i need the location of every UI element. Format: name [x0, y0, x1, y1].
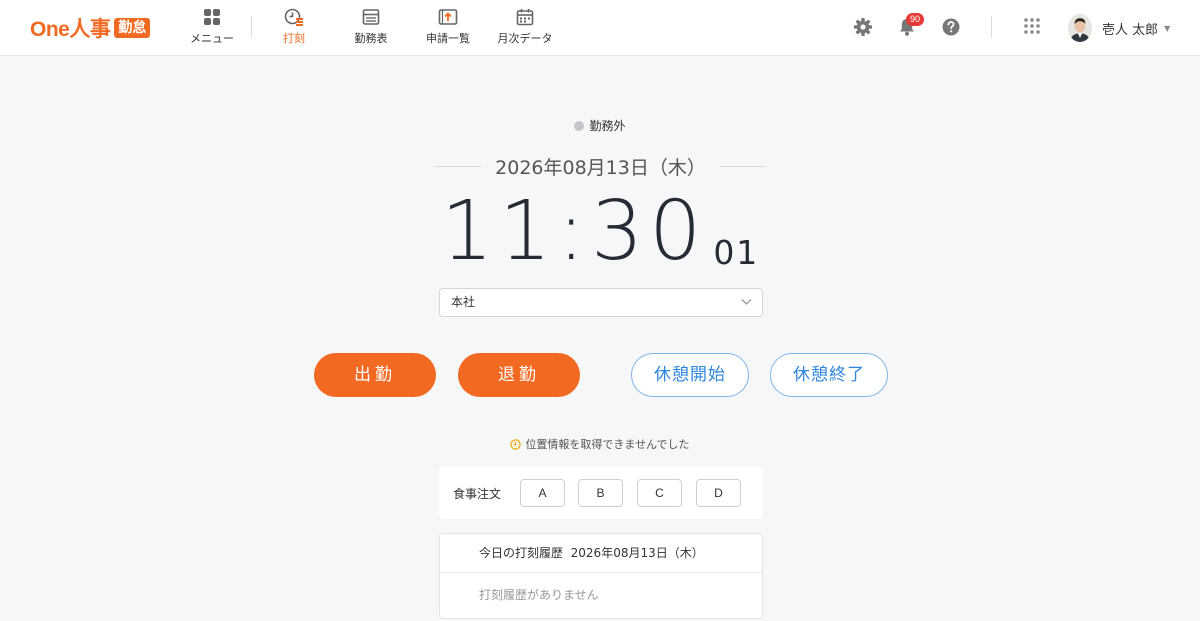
nav-requests-label: 申請一覧 [426, 32, 470, 45]
calendar-icon [516, 9, 534, 26]
location-select-value: 本社 [451, 295, 476, 309]
grid-icon [204, 9, 220, 25]
user-menu[interactable]: 壱人 太郎 ▼ [1068, 13, 1170, 43]
top-header: One人事 勤怠 メニュー 打刻 勤務表 申請一覧 月次データ 90 壱人 太郎… [0, 0, 1200, 56]
break-start-button[interactable]: 休憩開始 [631, 353, 749, 397]
user-name: 壱人 太郎 [1102, 22, 1159, 38]
punch-history-date: 2026年08月13日（木） [570, 546, 704, 560]
meal-option-a[interactable]: A [520, 479, 565, 507]
meal-option-d[interactable]: D [696, 479, 741, 507]
clock-out-button[interactable]: 退勤 [458, 353, 580, 397]
meal-option-c[interactable]: C [637, 479, 682, 507]
chevron-down-icon [741, 299, 752, 305]
logo-text: One人事 [30, 18, 111, 41]
nav-monthly-data[interactable]: 月次データ [496, 8, 554, 50]
date-divider-left [435, 165, 482, 167]
apps-grid-icon[interactable] [1023, 17, 1041, 35]
nav-menu[interactable]: メニュー [190, 8, 234, 50]
gear-icon[interactable] [853, 17, 873, 37]
table-icon [362, 9, 380, 25]
work-status: 勤務外 [0, 117, 1200, 134]
status-label: 勤務外 [589, 119, 626, 133]
clock-in-button[interactable]: 出勤 [314, 353, 436, 397]
meal-order-panel: 食事注文 A B C D [439, 467, 763, 519]
notification-badge: 90 [906, 13, 925, 26]
punch-history-title: 今日の打刻履歴 [479, 546, 564, 560]
status-dot-icon [574, 121, 585, 131]
date-row: 2026年08月13日（木） [435, 153, 766, 179]
nav-punch[interactable]: 打刻 [281, 8, 307, 50]
nav-punch-label: 打刻 [283, 32, 305, 45]
clock-icon [284, 8, 303, 26]
location-notice: 位置情報を取得できませんでした [0, 436, 1200, 452]
nav-requests[interactable]: 申請一覧 [425, 8, 471, 50]
header-divider [991, 16, 992, 38]
caret-down-icon: ▼ [1164, 23, 1171, 33]
warning-clock-icon [510, 439, 522, 450]
nav-divider [251, 16, 252, 38]
meal-option-b[interactable]: B [578, 479, 623, 507]
nav-menu-label: メニュー [190, 32, 234, 45]
punch-history: 今日の打刻履歴 2026年08月13日（木） 打刻履歴がありません [439, 533, 763, 619]
nav-timesheet[interactable]: 勤務表 [353, 8, 389, 50]
current-time: 11:30 01 [441, 187, 759, 277]
location-notice-text: 位置情報を取得できませんでした [525, 438, 690, 451]
meal-order-label: 食事注文 [453, 487, 502, 501]
date-divider-right [719, 165, 766, 167]
logo-badge: 勤怠 [114, 18, 151, 38]
clock-seconds: 01 [713, 233, 760, 272]
punch-history-header: 今日の打刻履歴 2026年08月13日（木） [440, 534, 762, 573]
nav-monthly-label: 月次データ [497, 32, 553, 45]
app-logo[interactable]: One人事 勤怠 [30, 14, 151, 42]
request-icon [438, 9, 458, 25]
break-end-button[interactable]: 休憩終了 [770, 353, 888, 397]
nav-timesheet-label: 勤務表 [354, 32, 388, 45]
avatar [1068, 14, 1092, 42]
clock-hours-minutes: 11:30 [441, 184, 708, 279]
punch-history-empty: 打刻履歴がありません [479, 588, 599, 602]
location-select[interactable]: 本社 [439, 288, 763, 317]
help-icon[interactable] [941, 17, 961, 37]
current-date: 2026年08月13日（木） [495, 156, 706, 179]
